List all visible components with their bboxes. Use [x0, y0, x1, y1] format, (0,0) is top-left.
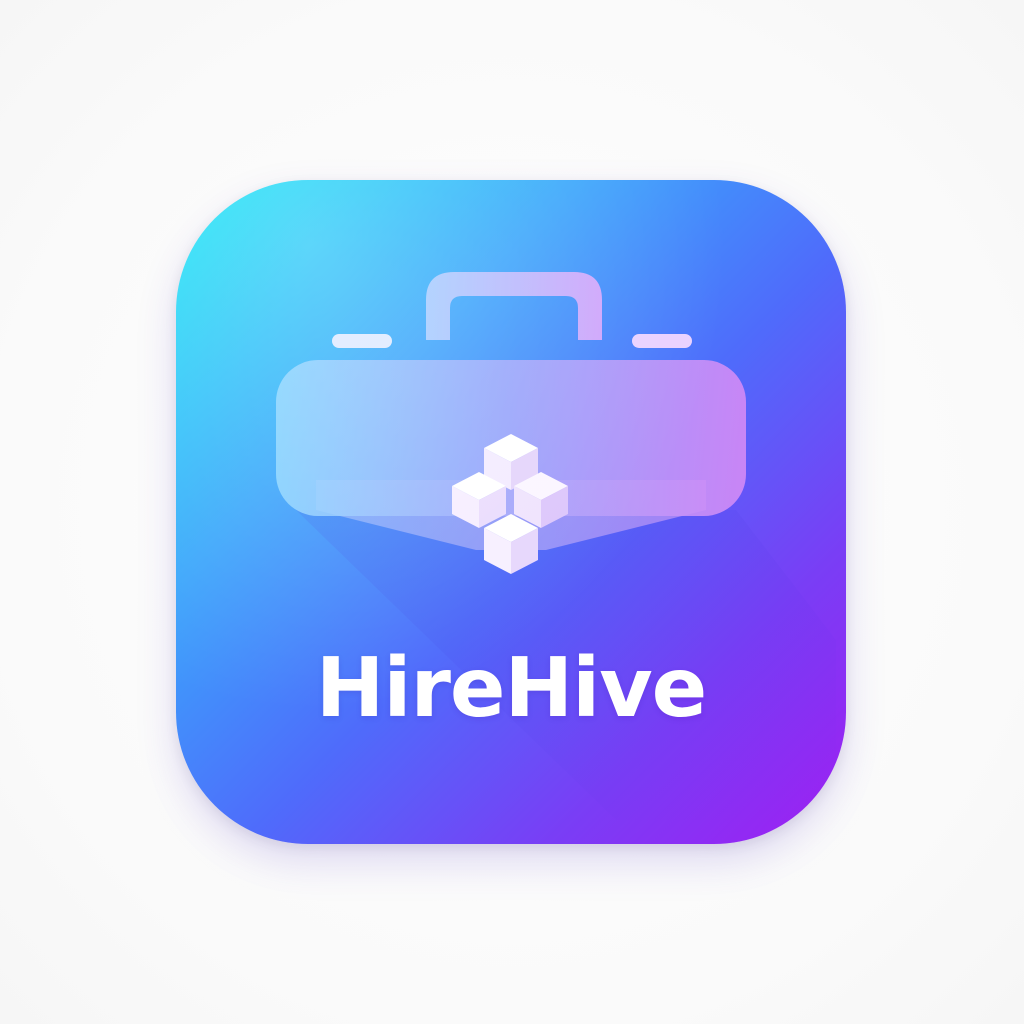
page-background: HireHive [0, 0, 1024, 1024]
briefcase-handle [426, 272, 602, 340]
app-icon[interactable]: HireHive [176, 180, 846, 844]
briefcase-icon [276, 272, 836, 820]
right-latch [632, 334, 692, 348]
left-latch [332, 334, 392, 348]
app-name: HireHive [315, 641, 708, 736]
